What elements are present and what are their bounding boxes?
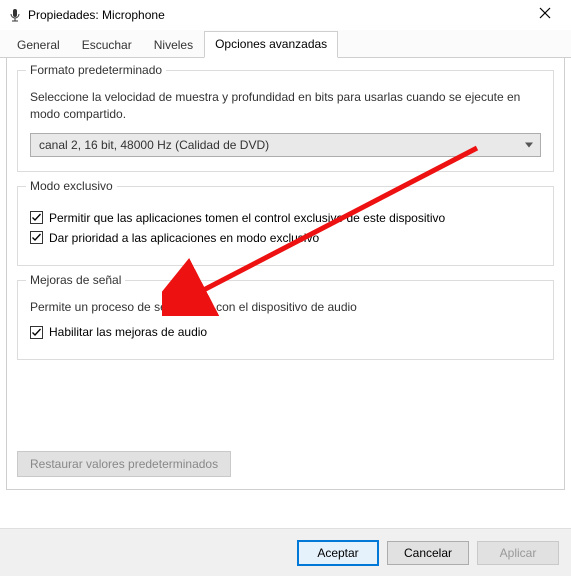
tab-strip: General Escuchar Niveles Opciones avanza… [0, 30, 571, 58]
group-mejoras-de-senal: Mejoras de señal Permite un proceso de s… [17, 280, 554, 361]
apply-button[interactable]: Aplicar [477, 541, 559, 565]
formato-desc: Seleccione la velocidad de muestra y pro… [30, 89, 541, 123]
tab-escuchar[interactable]: Escuchar [71, 32, 143, 58]
format-select-wrap: canal 2, 16 bit, 48000 Hz (Calidad de DV… [30, 133, 541, 157]
title-group: Propiedades: Microphone [8, 8, 165, 22]
format-select[interactable]: canal 2, 16 bit, 48000 Hz (Calidad de DV… [30, 133, 541, 157]
group-formato-predeterminado: Formato predeterminado Seleccione la vel… [17, 70, 554, 172]
restore-defaults-button[interactable]: Restaurar valores predeterminados [17, 451, 231, 477]
checkbox-icon [30, 326, 43, 339]
close-icon[interactable] [529, 3, 561, 27]
legend-formato: Formato predeterminado [26, 63, 166, 77]
group-modo-exclusivo: Modo exclusivo Permitir que las aplicaci… [17, 186, 554, 266]
checkbox-priority-exclusive-label: Dar prioridad a las aplicaciones en modo… [49, 231, 319, 245]
mejoras-desc: Permite un proceso de señal extra con el… [30, 299, 541, 316]
cancel-button[interactable]: Cancelar [387, 541, 469, 565]
microphone-icon [8, 8, 22, 22]
dialog-button-bar: Aceptar Cancelar Aplicar [0, 528, 571, 576]
legend-mejoras: Mejoras de señal [26, 273, 125, 287]
checkbox-enable-enhancements[interactable]: Habilitar las mejoras de audio [30, 325, 541, 339]
tab-general[interactable]: General [6, 32, 71, 58]
checkbox-priority-exclusive[interactable]: Dar prioridad a las aplicaciones en modo… [30, 231, 541, 245]
titlebar: Propiedades: Microphone [0, 0, 571, 30]
checkbox-allow-exclusive-label: Permitir que las aplicaciones tomen el c… [49, 211, 445, 225]
accept-button[interactable]: Aceptar [297, 540, 379, 566]
checkbox-icon [30, 231, 43, 244]
window-title: Propiedades: Microphone [28, 8, 165, 22]
checkbox-icon [30, 211, 43, 224]
legend-modo-exclusivo: Modo exclusivo [26, 179, 117, 193]
checkbox-enable-enhancements-label: Habilitar las mejoras de audio [49, 325, 207, 339]
tab-niveles[interactable]: Niveles [143, 32, 204, 58]
checkbox-allow-exclusive[interactable]: Permitir que las aplicaciones tomen el c… [30, 211, 541, 225]
tab-panel: Formato predeterminado Seleccione la vel… [6, 58, 565, 490]
window: Propiedades: Microphone General Escuchar… [0, 0, 571, 576]
tab-opciones-avanzadas[interactable]: Opciones avanzadas [204, 31, 338, 58]
